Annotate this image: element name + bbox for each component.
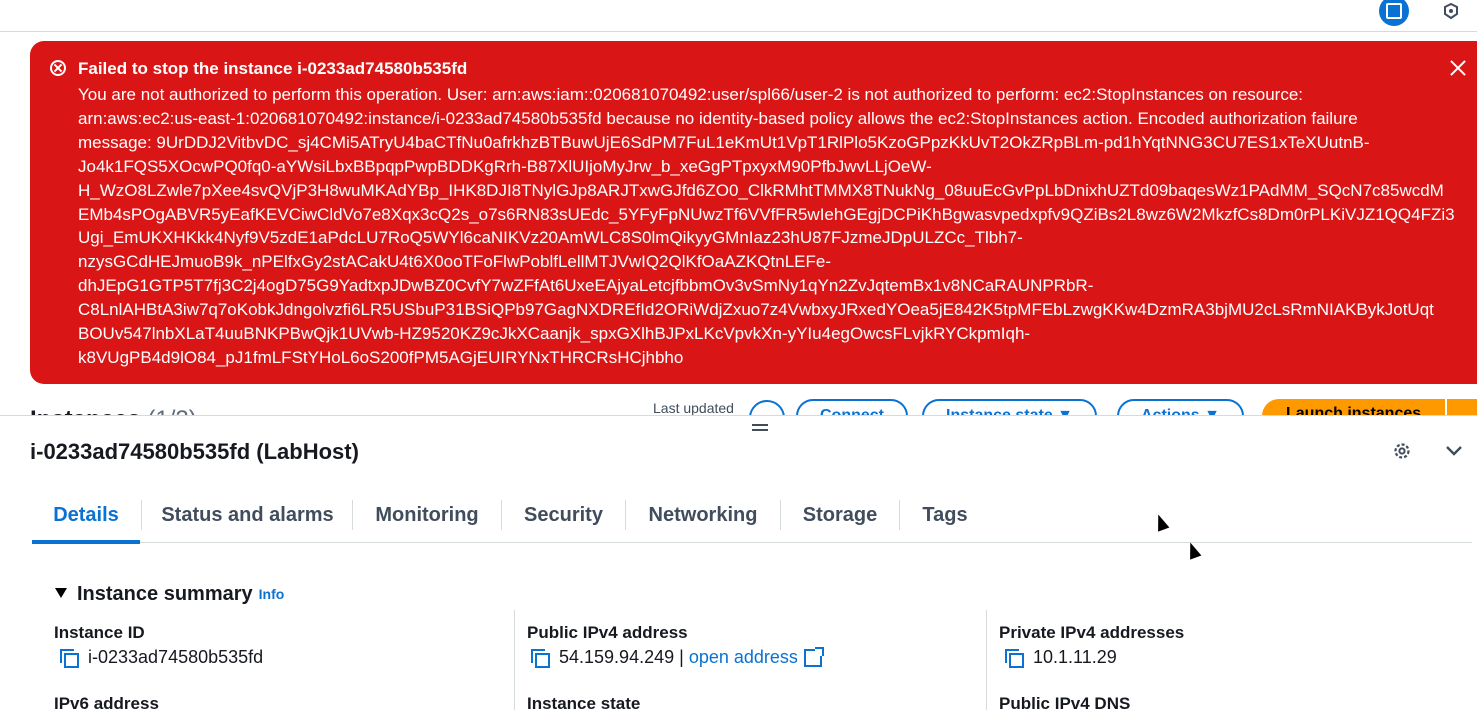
error-line: C8LnlAHBtA3iw7q7oKobkJdngolvzfi6LR5USbuP… (78, 300, 1434, 320)
chevron-down-icon[interactable] (1444, 444, 1464, 458)
error-line: arn:aws:ec2:us-east-1:020681070492:insta… (78, 108, 1358, 128)
private-ipv4-text: 10.1.11.29 (1033, 647, 1117, 667)
tab-divider (780, 500, 781, 530)
error-icon (50, 60, 66, 76)
tab-storage[interactable]: Storage (790, 490, 890, 540)
copy-icon[interactable] (531, 648, 550, 668)
open-address-link[interactable]: open address (689, 647, 798, 668)
cloudshell-icon[interactable] (1379, 0, 1409, 26)
top-navigation-bar (0, 0, 1477, 32)
error-flashbar: Failed to stop the instance i-0233ad7458… (30, 41, 1477, 384)
close-icon[interactable] (1447, 57, 1469, 79)
error-line: BOUv547lnbXLaT4uuBNKPBwQjk1UVwb-HZ9520KZ… (78, 324, 1031, 344)
launch-dropdown-button[interactable] (1447, 399, 1477, 416)
instance-summary-title: Instance summary (77, 583, 253, 605)
copy-icon[interactable] (1005, 648, 1024, 668)
instance-id-value: i-0233ad74580b535fd (60, 647, 263, 668)
error-title: Failed to stop the instance i-0233ad7458… (78, 59, 468, 78)
mouse-cursor-icon (1184, 540, 1202, 560)
instances-header: Instances (1/2) Last updated Connect Ins… (0, 384, 1477, 416)
ipv6-address-label: IPv6 address (54, 694, 159, 713)
instance-id-label: Instance ID (54, 623, 145, 642)
instance-state-label: Instance state (527, 694, 641, 713)
error-line: H_WzO8LZwle7pXee4svQVjP3H8wuMKAdYBp_IHK8… (78, 180, 1444, 200)
instance-summary-header[interactable]: Instance summary Info (55, 583, 284, 606)
column-divider (986, 610, 987, 710)
error-line: dhJEpG1GTP5T7fj3C2j4ogD75G9YadtxpJDwBZ0C… (78, 276, 1094, 296)
tab-status-and-alarms[interactable]: Status and alarms (150, 490, 345, 540)
drag-handle-icon[interactable] (752, 422, 768, 432)
tab-divider (899, 500, 900, 530)
tab-divider (625, 500, 626, 530)
external-link-icon[interactable] (803, 646, 824, 667)
instance-detail-title: i-0233ad74580b535fd (LabHost) (30, 439, 359, 464)
tab-networking[interactable]: Networking (635, 490, 771, 540)
public-ipv4-value: 54.159.94.249 | open address (531, 646, 824, 668)
error-line: message: 9UrDDJ2VitbvDC_sj4CMi5ATryU4baC… (78, 132, 1370, 152)
column-divider (514, 610, 515, 710)
private-ipv4-value: 10.1.11.29 (1005, 647, 1117, 668)
caret-down-icon (55, 588, 67, 598)
value-separator: | (679, 647, 684, 667)
error-message: You are not authorized to perform this o… (78, 83, 1455, 370)
detail-tabs: Details Status and alarms Monitoring Sec… (32, 490, 1472, 544)
error-line: Jo4k1FQS5XOcwPQ0fq0-aYWsiLbxBBpqpPwpBDDK… (78, 156, 932, 176)
launch-instances-button[interactable]: Launch instances (1262, 399, 1445, 416)
instance-state-button[interactable]: Instance state ▼ (922, 399, 1097, 416)
tab-divider (352, 500, 353, 530)
tab-security[interactable]: Security (510, 490, 617, 540)
tab-divider (141, 500, 142, 530)
panel-splitter (0, 415, 1477, 416)
connect-button[interactable]: Connect (796, 399, 908, 416)
error-line: EMb4sPOgABVR5yEafKEVCiwCldVo7e8Xqx3cQ2s_… (78, 204, 1455, 224)
tab-tags[interactable]: Tags (909, 490, 981, 540)
refresh-button[interactable] (749, 400, 785, 416)
copy-icon[interactable] (60, 648, 79, 668)
error-line: nzysGCdHEJmuoB9k_nPElfxGy2stACakU4t6X0oo… (78, 252, 831, 272)
public-dns-label: Public IPv4 DNS (999, 694, 1131, 713)
info-link[interactable]: Info (259, 586, 285, 602)
last-updated-label: Last updated (653, 400, 734, 416)
error-line: You are not authorized to perform this o… (78, 85, 1304, 104)
instance-id-text: i-0233ad74580b535fd (88, 647, 264, 667)
tab-details[interactable]: Details (32, 490, 140, 544)
tab-divider (501, 500, 502, 530)
tab-monitoring[interactable]: Monitoring (362, 490, 492, 540)
gear-icon[interactable] (1392, 441, 1412, 461)
error-line: Ugi_EmUKXHKkk4Nyf9V5zdE1aPdcLU7RoQ5WYl6c… (78, 228, 1023, 248)
actions-button[interactable]: Actions ▼ (1117, 399, 1244, 416)
error-line: k8VUgPB4d9lO84_pJ1fmLFStYHoL6oS200fPM5AG… (78, 347, 684, 367)
private-ipv4-label: Private IPv4 addresses (999, 623, 1185, 642)
public-ipv4-label: Public IPv4 address (527, 623, 688, 642)
notifications-icon[interactable] (1436, 0, 1466, 26)
public-ipv4-text: 54.159.94.249 (559, 647, 675, 667)
